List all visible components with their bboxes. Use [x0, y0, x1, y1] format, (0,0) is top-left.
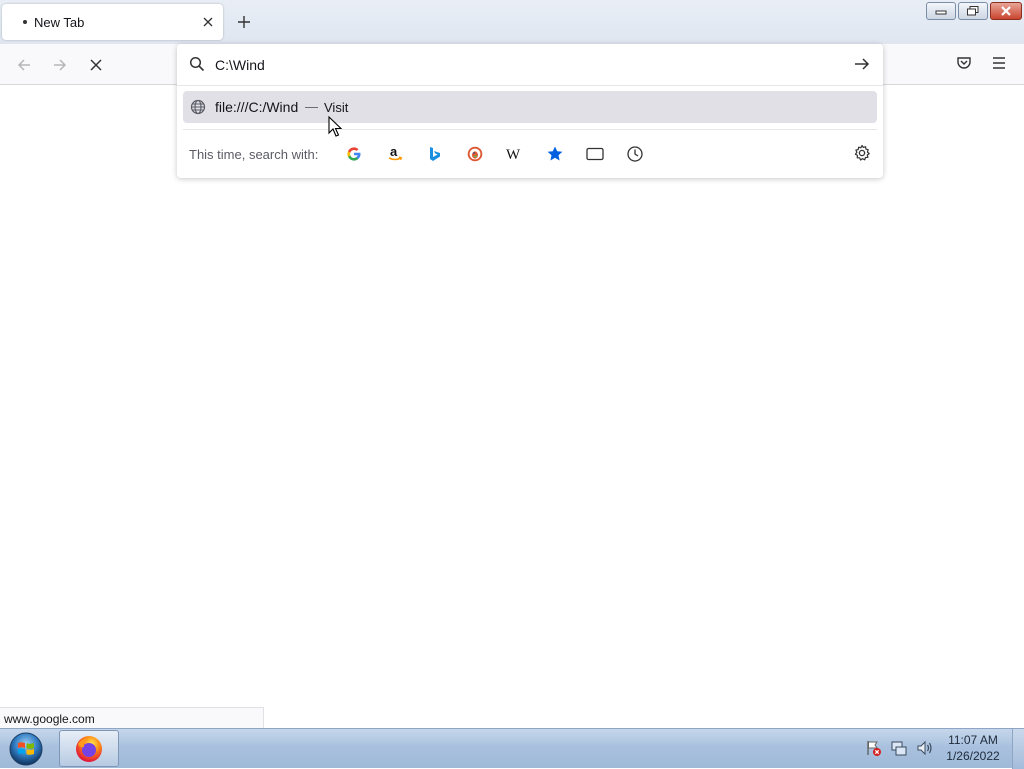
volume-icon[interactable]: [916, 739, 934, 757]
duckduckgo-icon[interactable]: [465, 144, 485, 164]
network-icon[interactable]: [890, 739, 908, 757]
svg-text:W: W: [506, 147, 521, 161]
clock-date: 1/26/2022: [946, 749, 1000, 763]
show-desktop-button[interactable]: [1012, 729, 1024, 769]
stop-button[interactable]: [84, 53, 108, 77]
url-input[interactable]: [213, 52, 833, 78]
suggestion-url: file:///C:/Wind: [215, 99, 299, 115]
back-button[interactable]: [12, 53, 36, 77]
go-arrow-icon[interactable]: [853, 55, 873, 75]
bookmarks-icon[interactable]: [545, 144, 565, 164]
search-icon: [189, 56, 205, 72]
clock-time: 11:07 AM: [948, 733, 998, 747]
amazon-icon[interactable]: a: [385, 144, 405, 164]
loading-dot-icon: [23, 20, 27, 24]
suggestion-separator: —: [305, 99, 318, 114]
taskbar-clock[interactable]: 11:07 AM 1/26/2022: [940, 732, 1006, 764]
divider: [183, 129, 877, 130]
tab-title: New Tab: [34, 15, 85, 30]
tab-close-icon[interactable]: [199, 13, 217, 31]
pocket-icon[interactable]: [955, 54, 975, 74]
search-with-label: This time, search with:: [189, 147, 319, 162]
history-icon[interactable]: [625, 144, 645, 164]
wikipedia-icon[interactable]: W: [505, 144, 525, 164]
minimize-button[interactable]: [926, 2, 956, 20]
system-tray: [864, 739, 934, 759]
globe-icon: [190, 99, 206, 115]
svg-text:a: a: [390, 145, 398, 159]
restore-button[interactable]: [958, 2, 988, 20]
suggestion-action: Visit: [324, 100, 349, 115]
url-suggestion-row[interactable]: file:///C:/Wind — Visit: [183, 91, 877, 123]
new-tab-button[interactable]: [233, 11, 255, 33]
start-button[interactable]: [6, 730, 46, 768]
urlbar-dropdown: file:///C:/Wind — Visit This time, searc…: [177, 44, 883, 178]
status-link-preview: www.google.com: [0, 707, 264, 728]
firefox-icon: [76, 735, 102, 762]
google-icon[interactable]: [344, 144, 364, 164]
urlbar: [177, 44, 883, 85]
app-menu-icon[interactable]: [990, 54, 1010, 74]
mouse-cursor-icon: [328, 116, 342, 137]
close-window-button[interactable]: [990, 2, 1022, 20]
taskbar-firefox-button[interactable]: [59, 730, 119, 767]
tab-new-tab[interactable]: New Tab: [2, 4, 223, 40]
bing-icon[interactable]: [425, 144, 445, 164]
action-center-flag-icon[interactable]: [864, 739, 882, 757]
window-controls: [926, 2, 1022, 22]
tab-strip: New Tab: [0, 0, 1024, 44]
tabs-icon[interactable]: [585, 144, 605, 164]
divider: [177, 85, 883, 86]
windows-taskbar: 11:07 AM 1/26/2022: [0, 728, 1024, 769]
forward-button[interactable]: [48, 53, 72, 77]
gear-icon[interactable]: [853, 144, 873, 164]
